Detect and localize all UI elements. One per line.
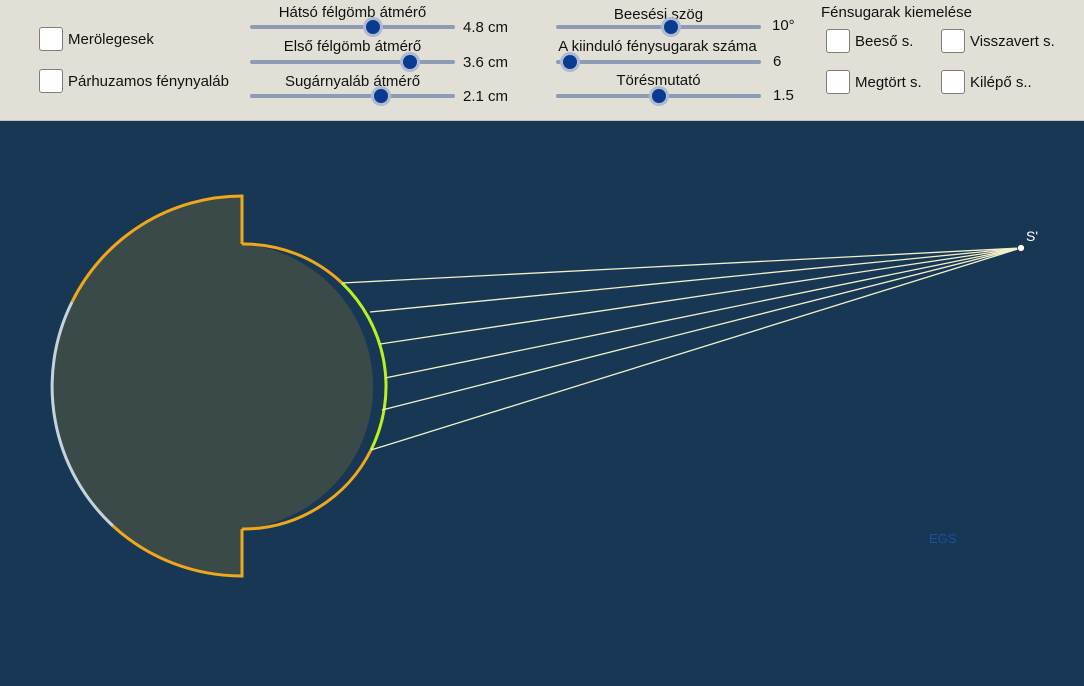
control-panel: Merölegesek Párhuzamos fénynyaláb Hátsó … [0,0,1084,121]
highlight-section-title: Fénsugarak kiemelése [821,4,972,21]
visszavert-box[interactable] [941,29,965,53]
megtort-box[interactable] [826,70,850,94]
visszavert-checkbox[interactable]: Visszavert s. [941,29,1055,53]
kilepo-checkbox[interactable]: Kilépő s.. [941,70,1032,94]
beeso-label: Beeső s. [855,32,914,50]
megtort-checkbox[interactable]: Megtört s. [826,70,922,94]
parhuzamos-box[interactable] [39,69,63,93]
sugarnyalab-slider-track[interactable] [250,94,455,98]
parhuzamos-label: Párhuzamos fénynyaláb [68,72,229,90]
sugarnyalab-slider-knob[interactable] [374,89,389,103]
hatso-slider-label: Hátsó félgömb átmérő [278,4,427,21]
kilepo-box[interactable] [941,70,965,94]
elso-slider-track[interactable] [250,60,455,64]
kiindulo-slider-label: A kiinduló fénysugarak száma [558,38,757,55]
beesesi-slider-track[interactable] [556,25,761,29]
focal-point-s-prime[interactable] [1017,244,1025,252]
elso-slider-label: Első félgömb átmérő [283,38,422,55]
focal-point-label: S' [1026,228,1038,244]
megtort-label: Megtört s. [855,73,922,91]
drawing-canvas[interactable]: S' EGS [0,121,1084,686]
ray [370,247,1022,451]
parhuzamos-checkbox[interactable]: Párhuzamos fénynyaláb [39,69,229,93]
beeso-box[interactable] [826,29,850,53]
kilepo-label: Kilépő s.. [970,73,1032,91]
elso-slider-value: 3.6 cm [463,54,509,71]
beesesi-slider-value: 10° [772,17,795,34]
hatso-slider-value: 4.8 cm [463,19,509,36]
corner-logo: EGS [929,531,957,546]
ray-bundle [341,247,1022,451]
beesesi-slider-label: Beesési szög [613,6,704,23]
kiindulo-slider-knob[interactable] [563,55,578,69]
toresmutato-slider-value: 1.5 [773,87,794,104]
hatso-slider-track[interactable] [250,25,455,29]
kiindulo-slider-track[interactable] [556,60,761,64]
beeso-checkbox[interactable]: Beeső s. [826,29,913,53]
lens-body [52,196,374,576]
hatso-slider-knob[interactable] [366,20,380,34]
toresmutato-slider-label: Törésmutató [616,72,701,89]
kiindulo-slider-value: 6 [773,53,782,70]
sugarnyalab-slider-value: 2.1 cm [463,88,509,105]
sugarnyalab-slider-label: Sugárnyaláb átmérő [284,73,421,90]
beesesi-slider-knob[interactable] [663,20,678,34]
merolegesek-checkbox[interactable]: Merölegesek [39,27,154,51]
ray [341,247,1022,284]
toresmutato-slider-knob[interactable] [651,89,666,103]
elso-slider-knob[interactable] [402,55,417,69]
merolegesek-box[interactable] [39,27,63,51]
merolegesek-label: Merölegesek [68,30,154,48]
ray [369,247,1022,313]
visszavert-label: Visszavert s. [970,32,1055,50]
ray [384,247,1022,379]
